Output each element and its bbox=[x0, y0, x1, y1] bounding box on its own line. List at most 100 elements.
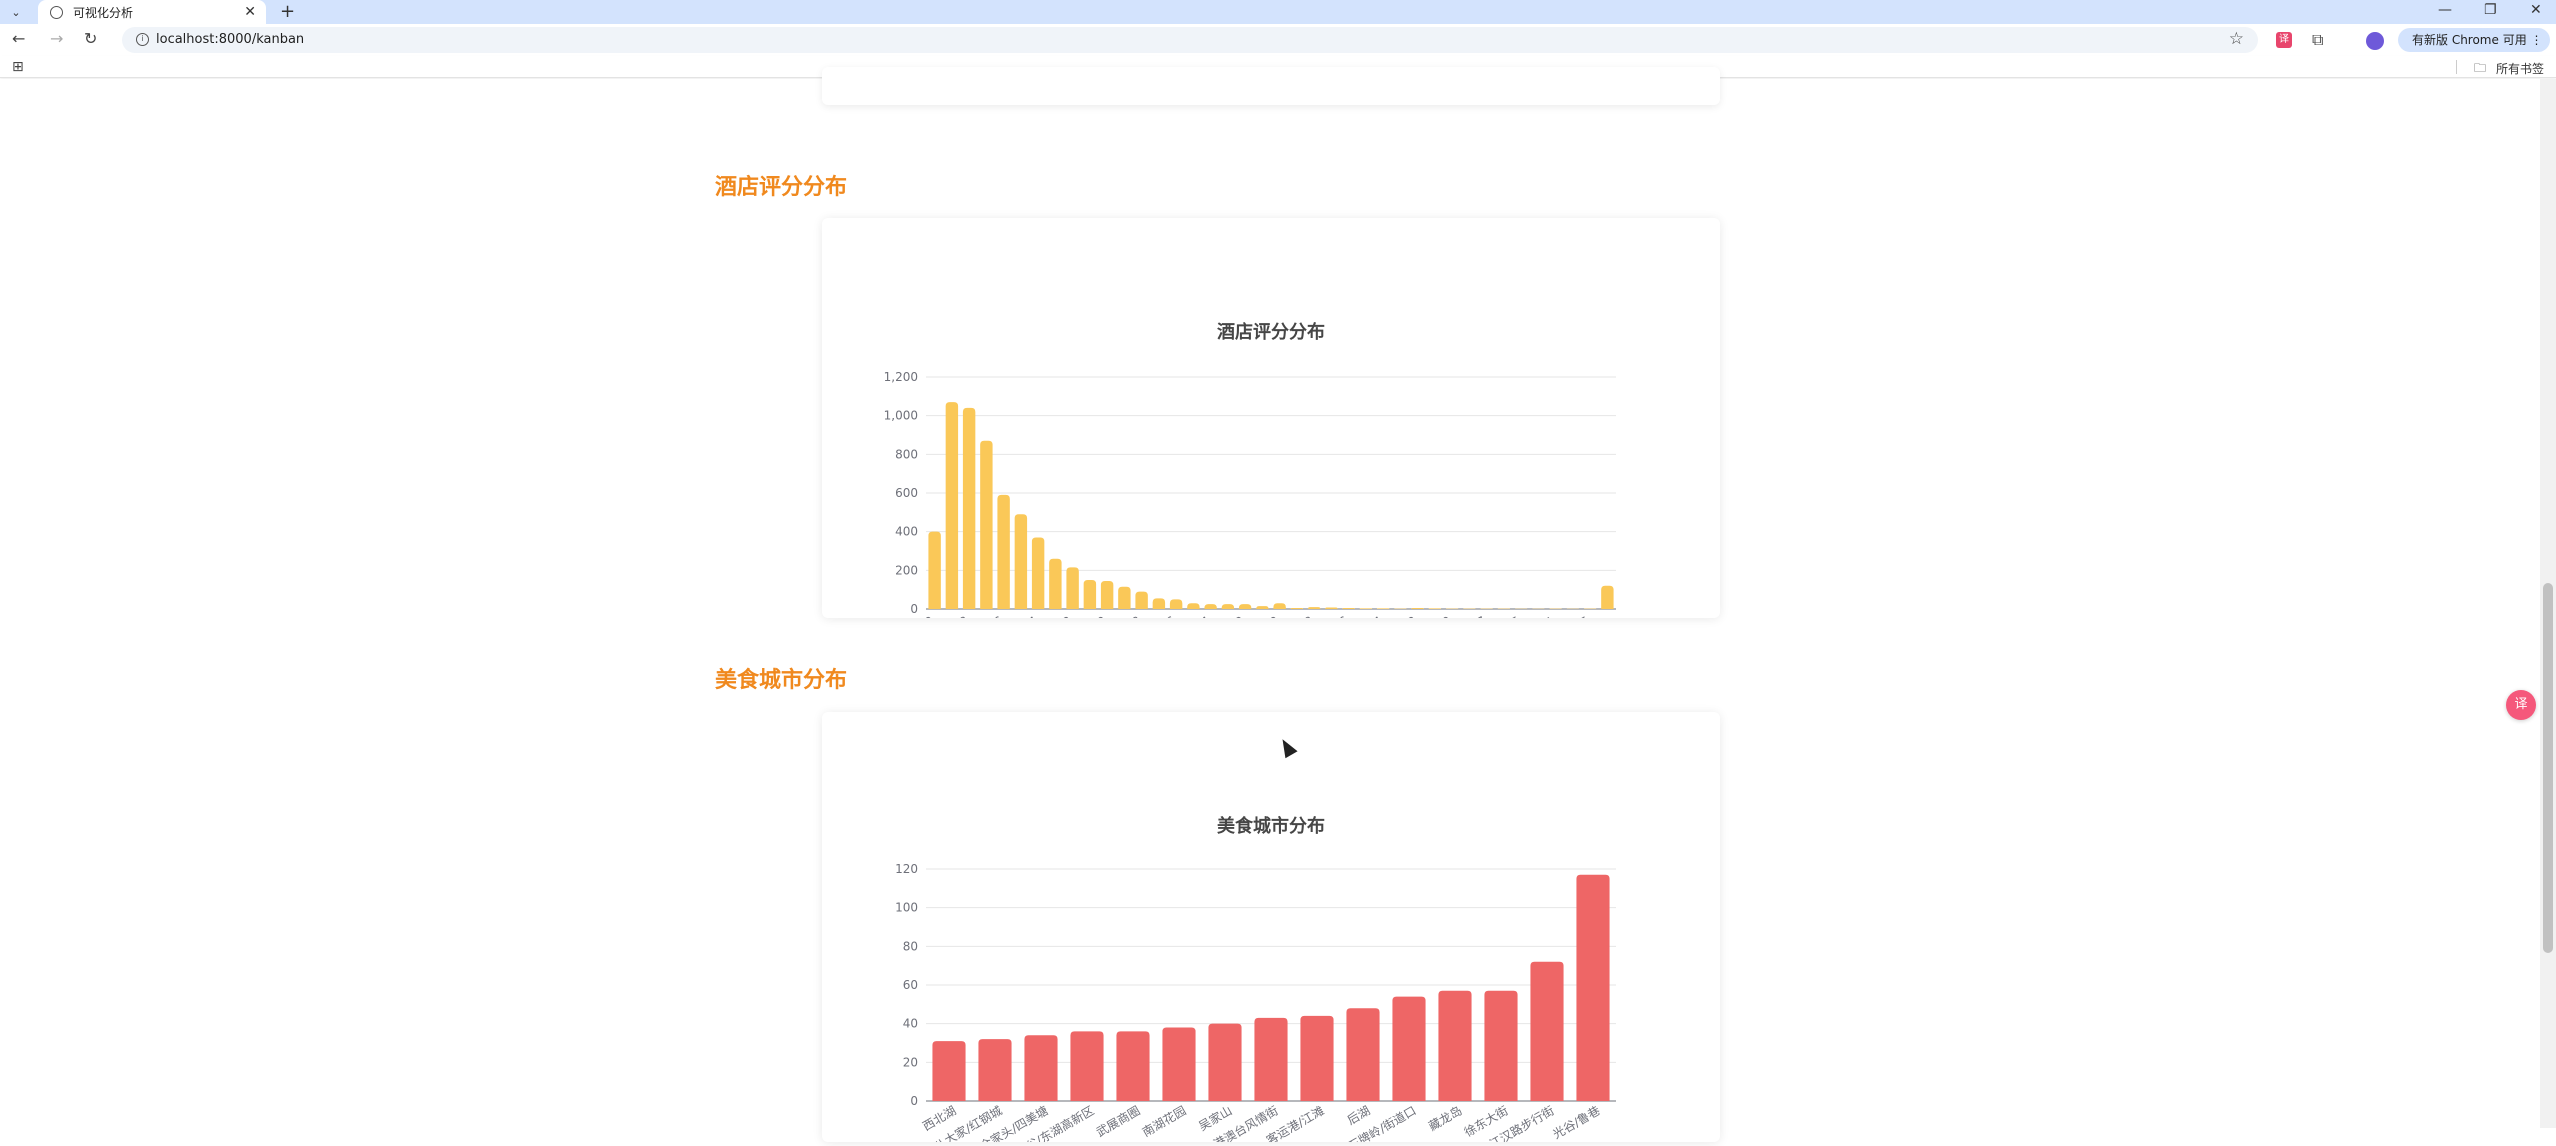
bar[interactable] bbox=[1300, 1015, 1334, 1101]
food-city-heading: 美食城市分布 bbox=[715, 668, 848, 693]
bar[interactable] bbox=[1438, 990, 1472, 1101]
address-bar[interactable]: i localhost:8000/kanban ☆ bbox=[122, 27, 2258, 53]
x-tick-label: 1.1 bbox=[1534, 613, 1558, 618]
tab-search-button[interactable]: ⌄ bbox=[6, 3, 26, 21]
reload-icon[interactable]: ↻ bbox=[84, 29, 97, 48]
site-info-icon[interactable]: i bbox=[136, 33, 149, 46]
bar[interactable] bbox=[1290, 608, 1304, 609]
bar[interactable] bbox=[1066, 567, 1079, 609]
bar[interactable] bbox=[1273, 603, 1286, 609]
bar[interactable] bbox=[997, 494, 1010, 609]
y-tick-label: 100 bbox=[895, 901, 918, 915]
bar[interactable] bbox=[1238, 604, 1252, 609]
bar[interactable] bbox=[1031, 537, 1045, 609]
bar[interactable] bbox=[1342, 608, 1355, 609]
bar[interactable] bbox=[1014, 514, 1028, 609]
bar[interactable] bbox=[1325, 607, 1338, 609]
bar[interactable] bbox=[1307, 607, 1321, 609]
x-tick-label: 武展商圈 bbox=[1093, 1103, 1142, 1140]
bar[interactable] bbox=[928, 531, 941, 609]
bar[interactable] bbox=[1100, 580, 1114, 609]
bar[interactable] bbox=[1221, 604, 1235, 609]
x-tick-label: 2.6 bbox=[1327, 613, 1351, 618]
bar[interactable] bbox=[1411, 608, 1424, 609]
active-tab[interactable]: 可视化分析 ✕ bbox=[38, 0, 266, 24]
x-tick-label: 南湖花园 bbox=[1139, 1103, 1188, 1140]
url-text[interactable]: localhost:8000/kanban bbox=[156, 32, 304, 47]
bar[interactable] bbox=[1392, 996, 1426, 1101]
x-tick-label: 2.2 bbox=[1396, 613, 1420, 618]
bar[interactable] bbox=[1083, 580, 1097, 609]
bar[interactable] bbox=[1256, 606, 1269, 609]
x-tick-label: 后湖 bbox=[1344, 1103, 1372, 1128]
minimize-button[interactable]: — bbox=[2438, 2, 2452, 18]
bar[interactable] bbox=[1204, 604, 1217, 609]
bar[interactable] bbox=[1428, 608, 1442, 609]
y-tick-label: 800 bbox=[895, 447, 918, 461]
bar[interactable] bbox=[1530, 961, 1564, 1101]
tab-strip: ⌄ 可视化分析 ✕ + — ❐ ✕ bbox=[0, 0, 2556, 24]
x-tick-label: 3.2 bbox=[1223, 613, 1247, 618]
y-tick-label: 600 bbox=[895, 486, 918, 500]
x-tick-label: 4.0 bbox=[1085, 613, 1109, 618]
x-tick-label: 3.0 bbox=[1258, 613, 1282, 618]
previous-chart-card bbox=[822, 67, 1720, 105]
bar[interactable] bbox=[1208, 1023, 1242, 1101]
bar[interactable] bbox=[1116, 1031, 1150, 1101]
x-tick-label: 4.2 bbox=[1051, 613, 1075, 618]
translate-float-button[interactable]: 译 bbox=[2506, 690, 2536, 720]
bar[interactable] bbox=[1601, 585, 1614, 609]
tab-close-icon[interactable]: ✕ bbox=[244, 4, 256, 20]
window-close-button[interactable]: ✕ bbox=[2530, 2, 2542, 18]
bar[interactable] bbox=[980, 440, 993, 609]
bar[interactable] bbox=[1152, 598, 1166, 609]
bar[interactable] bbox=[1049, 558, 1062, 609]
all-bookmarks-label[interactable]: 所有书签 bbox=[2496, 60, 2544, 77]
bar[interactable] bbox=[1162, 1027, 1196, 1101]
x-tick-label: 4.8 bbox=[947, 613, 971, 618]
bar[interactable] bbox=[1484, 990, 1518, 1101]
x-tick-label: 3.8 bbox=[1120, 613, 1144, 618]
bar[interactable] bbox=[978, 1039, 1012, 1101]
bar[interactable] bbox=[962, 407, 976, 609]
page-content: 酒店评分分布 酒店评分分布 02004006008001,0001,2005.0… bbox=[0, 67, 2540, 1146]
bar[interactable] bbox=[1070, 1031, 1104, 1101]
y-tick-label: 40 bbox=[903, 1017, 918, 1031]
y-tick-label: 1,200 bbox=[884, 370, 918, 384]
profile-avatar[interactable] bbox=[2366, 32, 2384, 50]
extensions-puzzle-icon[interactable]: ⧉ bbox=[2312, 30, 2323, 50]
update-chrome-button[interactable]: 有新版 Chrome 可用 ⋮ bbox=[2398, 28, 2550, 52]
y-tick-label: 400 bbox=[895, 525, 918, 539]
bar[interactable] bbox=[1169, 599, 1183, 609]
apps-grid-icon[interactable]: ⊞ bbox=[12, 59, 24, 75]
x-tick-label: 3.4 bbox=[1189, 613, 1213, 618]
globe-icon bbox=[50, 5, 63, 19]
y-tick-label: 1,000 bbox=[884, 409, 918, 423]
bar[interactable] bbox=[945, 402, 959, 609]
bar[interactable] bbox=[1576, 874, 1610, 1101]
restore-button[interactable]: ❐ bbox=[2484, 2, 2497, 18]
bar[interactable] bbox=[1187, 603, 1200, 609]
bookmark-star-icon[interactable]: ☆ bbox=[2229, 29, 2244, 49]
folder-icon[interactable]: 🗀 bbox=[2474, 59, 2486, 80]
bar[interactable] bbox=[1254, 1017, 1288, 1101]
new-tab-button[interactable]: + bbox=[280, 1, 295, 22]
scrollbar-thumb[interactable] bbox=[2543, 583, 2553, 953]
bookmarks-divider bbox=[2456, 60, 2457, 74]
x-tick-label: 4.4 bbox=[1016, 613, 1040, 618]
tab-title: 可视化分析 bbox=[73, 5, 134, 20]
translate-extension-icon[interactable]: 译 bbox=[2276, 32, 2292, 48]
food-city-card: 美食城市分布 0 20 40 60 80 100 120 西北湖 八大家/红钢城 余家头/四美塘光… bbox=[822, 712, 1720, 1146]
bar[interactable] bbox=[1346, 1008, 1380, 1101]
forward-icon[interactable]: → bbox=[50, 29, 63, 48]
page-scrollbar[interactable] bbox=[2540, 79, 2556, 1128]
bar[interactable] bbox=[1359, 608, 1373, 609]
y-tick-label: 0 bbox=[910, 602, 918, 616]
back-icon[interactable]: ← bbox=[12, 29, 25, 48]
bar[interactable] bbox=[932, 1041, 966, 1101]
bar[interactable] bbox=[1376, 608, 1390, 609]
bar[interactable] bbox=[1118, 586, 1131, 609]
x-tick-label: 光谷/鲁巷 bbox=[1550, 1103, 1602, 1141]
bar[interactable] bbox=[1024, 1035, 1058, 1101]
bar[interactable] bbox=[1135, 591, 1148, 609]
